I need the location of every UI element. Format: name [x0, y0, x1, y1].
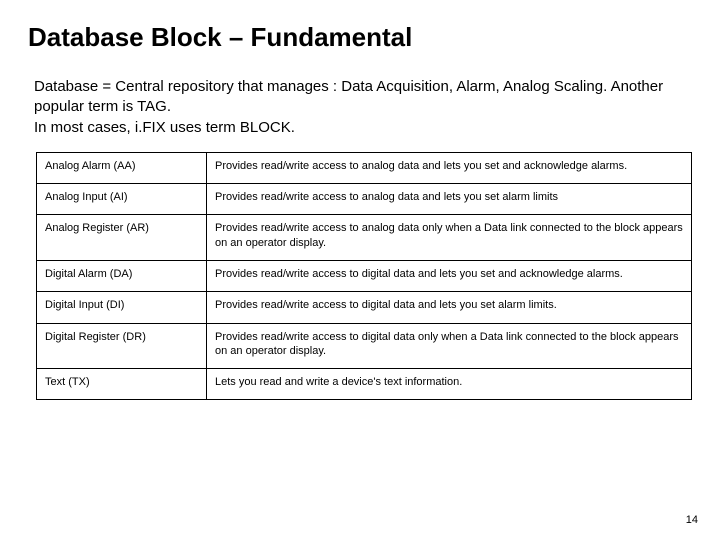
- page-number: 14: [686, 514, 698, 526]
- table-row: Analog Alarm (AA) Provides read/write ac…: [37, 152, 692, 183]
- row-label: Analog Alarm (AA): [37, 152, 207, 183]
- table-row: Digital Alarm (DA) Provides read/write a…: [37, 260, 692, 291]
- block-table: Analog Alarm (AA) Provides read/write ac…: [36, 152, 692, 401]
- intro-text: Database = Central repository that manag…: [28, 77, 692, 138]
- row-desc: Provides read/write access to digital da…: [207, 260, 692, 291]
- row-desc: Provides read/write access to analog dat…: [207, 215, 692, 261]
- row-desc: Provides read/write access to digital da…: [207, 323, 692, 369]
- row-desc: Provides read/write access to analog dat…: [207, 184, 692, 215]
- row-desc: Lets you read and write a device's text …: [207, 369, 692, 400]
- table-row: Digital Register (DR) Provides read/writ…: [37, 323, 692, 369]
- row-label: Digital Input (DI): [37, 292, 207, 323]
- table-row: Analog Register (AR) Provides read/write…: [37, 215, 692, 261]
- table-row: Text (TX) Lets you read and write a devi…: [37, 369, 692, 400]
- intro-line-2: In most cases, i.FIX uses term BLOCK.: [34, 118, 686, 138]
- page-title: Database Block – Fundamental: [28, 22, 692, 53]
- row-label: Text (TX): [37, 369, 207, 400]
- row-label: Analog Input (AI): [37, 184, 207, 215]
- row-label: Digital Alarm (DA): [37, 260, 207, 291]
- row-label: Digital Register (DR): [37, 323, 207, 369]
- row-label: Analog Register (AR): [37, 215, 207, 261]
- intro-line-1: Database = Central repository that manag…: [34, 77, 686, 118]
- row-desc: Provides read/write access to analog dat…: [207, 152, 692, 183]
- row-desc: Provides read/write access to digital da…: [207, 292, 692, 323]
- table-row: Digital Input (DI) Provides read/write a…: [37, 292, 692, 323]
- table-row: Analog Input (AI) Provides read/write ac…: [37, 184, 692, 215]
